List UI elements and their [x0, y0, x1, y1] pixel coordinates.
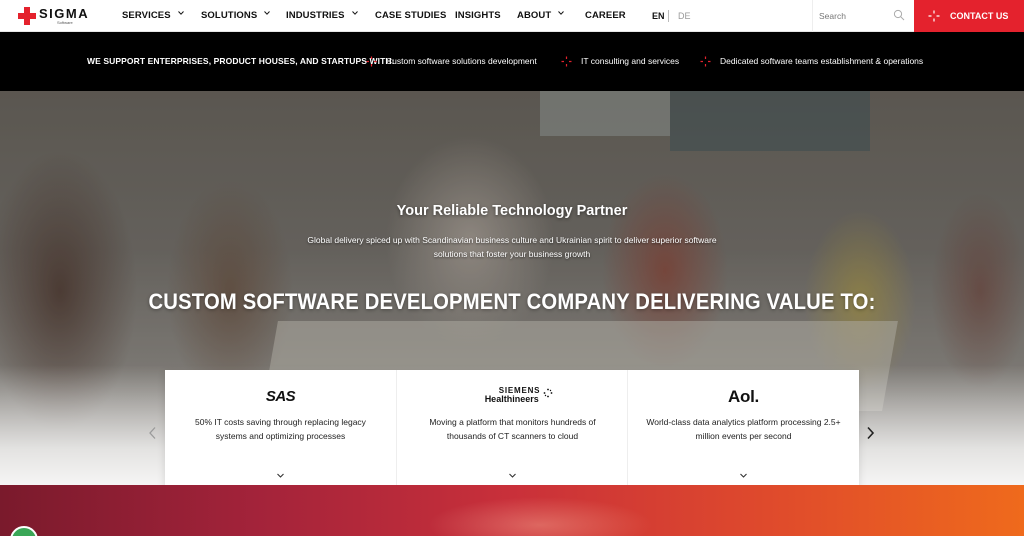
language-de[interactable]: DE — [678, 0, 691, 32]
nav-item-label: ABOUT — [517, 10, 552, 21]
logo-text: SIGMA — [39, 6, 90, 21]
nav-item-label: INDUSTRIES — [286, 10, 345, 21]
brand-logo-text: Aol. — [728, 387, 759, 406]
band-photo-shade — [380, 485, 700, 536]
search-icon[interactable] — [893, 9, 905, 21]
contact-us-label: CONTACT US — [950, 11, 1009, 21]
chevron-down-icon[interactable] — [508, 471, 517, 480]
nav-item-case-studies[interactable]: CASE STUDIES — [375, 0, 446, 32]
case-card-aol[interactable]: Aol. World-class data analytics platform… — [627, 370, 859, 497]
brand-logo-text: SAS — [265, 388, 296, 405]
case-study-carousel: SAS 50% IT costs saving through replacin… — [165, 370, 859, 497]
brand-logo-siemens: SIEMENS Healthineers — [397, 386, 628, 408]
chevron-down-icon — [351, 11, 358, 15]
nav-item-label: SOLUTIONS — [201, 10, 258, 21]
brand-logo-sas: SAS — [165, 386, 396, 408]
chevron-left-icon[interactable] — [147, 426, 159, 440]
nav-item-industries[interactable]: INDUSTRIES — [286, 0, 358, 32]
case-card-siemens[interactable]: SIEMENS Healthineers Moving a platform t… — [396, 370, 627, 497]
logo-cross-icon — [18, 7, 36, 25]
sigma-logo[interactable]: SIGMA Software — [18, 5, 94, 27]
chevron-down-icon[interactable] — [276, 471, 285, 480]
chevron-down-icon — [177, 11, 184, 15]
top-navigation: SIGMA Software SERVICES SOLUTIONS INDUST… — [0, 0, 1024, 32]
nav-item-label: SERVICES — [122, 10, 171, 21]
nav-item-label: INSIGHTS — [455, 10, 501, 21]
hero-headline: CUSTOM SOFTWARE DEVELOPMENT COMPANY DELI… — [148, 289, 876, 314]
search-input[interactable] — [819, 9, 889, 23]
search-box — [812, 0, 914, 32]
contact-us-button[interactable]: CONTACT US — [914, 0, 1024, 32]
case-card-sas[interactable]: SAS 50% IT costs saving through replacin… — [165, 370, 396, 497]
chevron-right-icon[interactable] — [864, 426, 876, 440]
support-bar-lead: WE SUPPORT ENTERPRISES, PRODUCT HOUSES, … — [87, 56, 395, 66]
case-description: World-class data analytics platform proc… — [646, 417, 841, 441]
nav-item-about[interactable]: ABOUT — [517, 0, 565, 32]
nav-item-label: CAREER — [585, 10, 626, 21]
chevron-down-icon[interactable] — [739, 471, 748, 480]
support-item-label: Dedicated software teams establishment &… — [720, 56, 924, 66]
nav-item-label: CASE STUDIES — [375, 10, 447, 21]
nav-item-solutions[interactable]: SOLUTIONS — [201, 0, 271, 32]
siemens-dots-icon — [543, 388, 553, 398]
case-description: 50% IT costs saving through replacing le… — [195, 417, 366, 441]
sparkle-icon — [928, 10, 940, 22]
nav-item-career[interactable]: CAREER — [585, 0, 626, 32]
chevron-down-icon — [264, 11, 271, 15]
sparkle-icon — [700, 56, 711, 67]
nav-item-insights[interactable]: INSIGHTS — [455, 0, 501, 32]
gradient-band — [0, 485, 1024, 536]
logo-subtext: Software — [57, 20, 73, 25]
support-item-label: IT consulting and services — [581, 56, 680, 66]
hero-subtitle: Global delivery spiced up with Scandinav… — [307, 235, 717, 259]
sparkle-icon — [366, 56, 377, 67]
sparkle-icon — [561, 56, 572, 67]
hero-tagline: Your Reliable Technology Partner — [396, 203, 628, 219]
support-item-label: Custom software solutions development — [386, 56, 537, 66]
chevron-down-icon — [558, 11, 565, 15]
support-bar: WE SUPPORT ENTERPRISES, PRODUCT HOUSES, … — [0, 32, 1024, 91]
language-divider — [668, 10, 669, 22]
language-en[interactable]: EN — [652, 0, 665, 32]
case-description: Moving a platform that monitors hundreds… — [429, 417, 596, 441]
brand-logo-text: SIEMENS Healthineers — [484, 386, 553, 404]
brand-logo-aol: Aol. — [628, 386, 859, 408]
nav-item-services[interactable]: SERVICES — [122, 0, 184, 32]
brand-line-2: Healthineers — [484, 394, 539, 404]
